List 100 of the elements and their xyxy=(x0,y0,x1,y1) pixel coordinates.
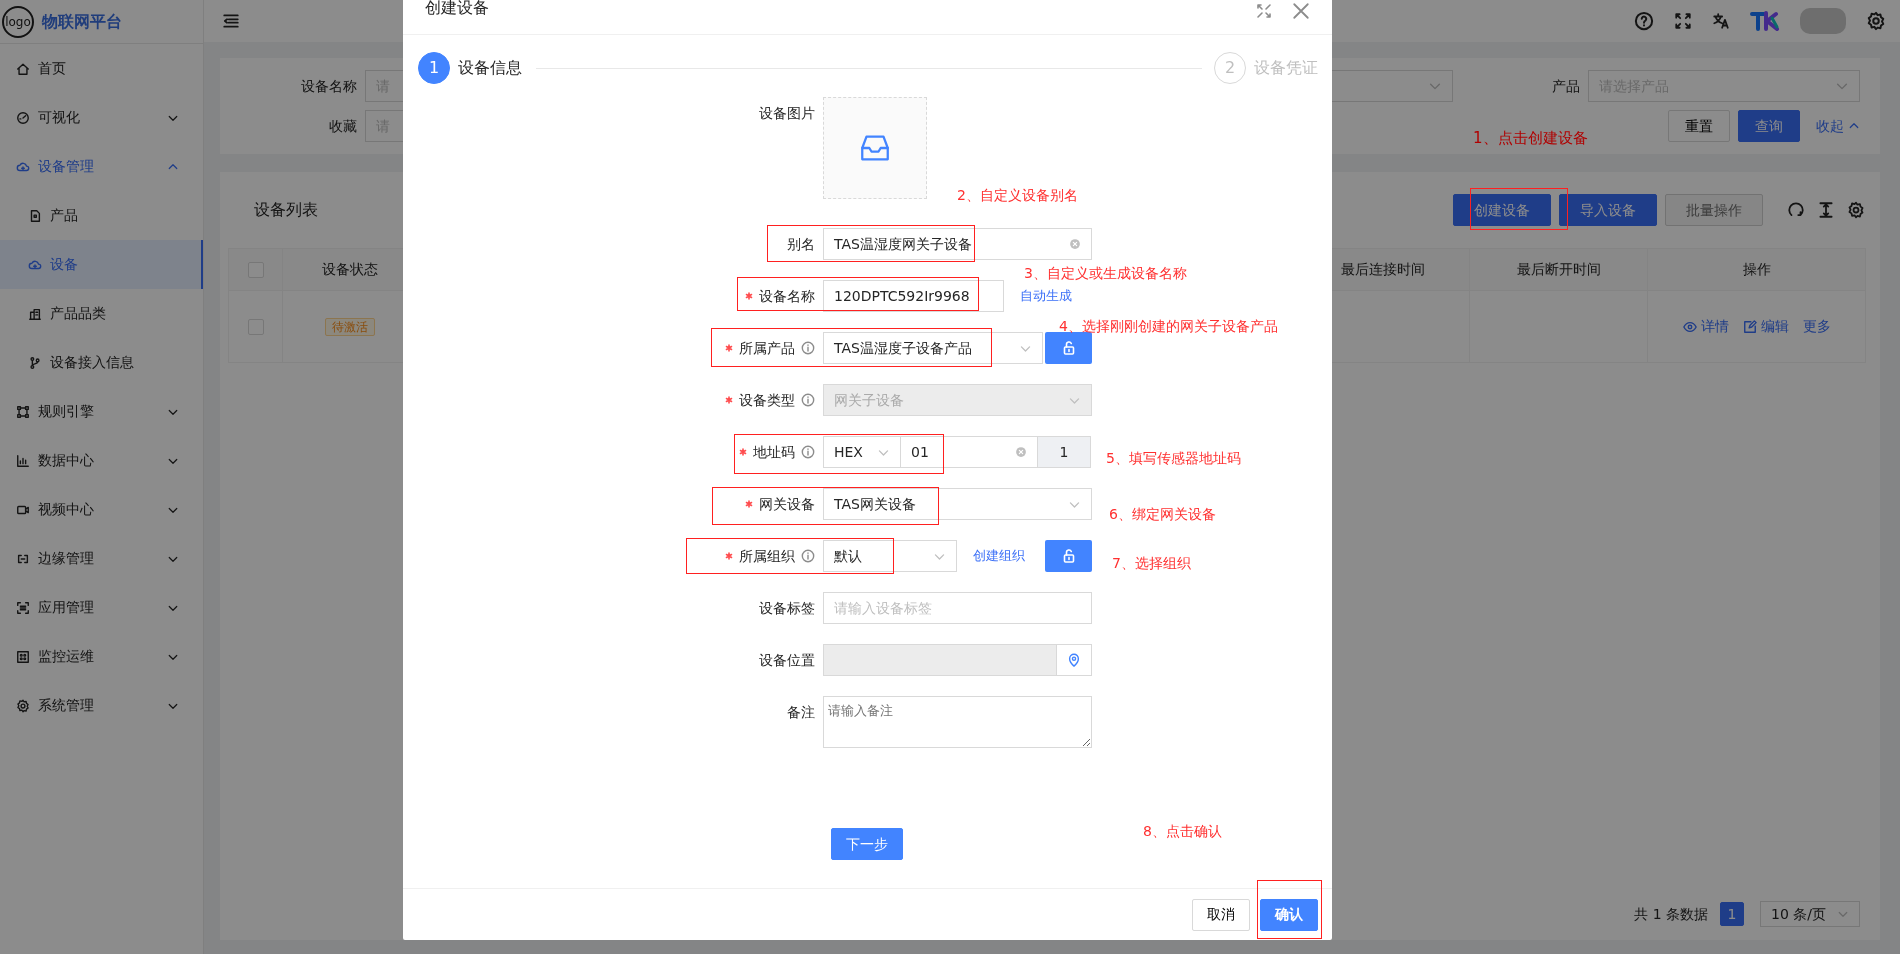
refresh-icon[interactable] xyxy=(1787,201,1805,219)
menu-item[interactable]: 首页 xyxy=(0,44,203,93)
annotation-text: 1、点击创建设备 xyxy=(1473,128,1588,148)
generate-link[interactable]: 自动生成 xyxy=(1020,286,1072,306)
field-label: 地址码 xyxy=(753,442,795,462)
field-label: 设备图片 xyxy=(759,103,815,123)
gauge-icon xyxy=(16,110,30,125)
settings-icon[interactable] xyxy=(1847,201,1865,219)
branch-icon xyxy=(28,355,42,370)
toolbar-button[interactable]: 导入设备 xyxy=(1559,194,1657,226)
text-input[interactable]: 120DPTC592Ir9968 xyxy=(823,280,1004,312)
annotation-text: 5、填写传感器地址码 xyxy=(1106,449,1241,468)
annotation-text: 8、点击确认 xyxy=(1143,822,1222,841)
settings-icon xyxy=(16,698,30,713)
filter-label: 产品 xyxy=(1550,76,1581,96)
image-upload[interactable] xyxy=(823,97,927,199)
logo-icon[interactable] xyxy=(1750,11,1780,31)
field-label: 设备标签 xyxy=(759,598,815,618)
field-label: 别名 xyxy=(787,234,815,254)
action-link[interactable]: 详情 xyxy=(1682,316,1729,337)
text-input[interactable]: 01 xyxy=(900,436,1038,468)
grid-icon xyxy=(16,649,30,664)
clear-icon[interactable] xyxy=(1069,238,1081,250)
translate-icon[interactable] xyxy=(1712,12,1730,30)
column-header: 操作 xyxy=(1742,261,1771,277)
fullscreen-icon[interactable] xyxy=(1674,12,1692,30)
map-pin-icon xyxy=(1067,653,1081,667)
lock-button[interactable] xyxy=(1045,332,1092,364)
annotation-text: 4、选择刚刚创建的网关子设备产品 xyxy=(1059,317,1278,336)
text-input[interactable]: TAS温湿度网关子设备 xyxy=(823,228,1092,260)
location-button[interactable] xyxy=(1056,644,1092,676)
select-field[interactable]: TAS温湿度子设备产品 xyxy=(823,332,1043,364)
total-count: 共 1 条数据 xyxy=(1634,904,1708,924)
collapse-link[interactable]: 收起 xyxy=(1816,115,1860,137)
eye-icon xyxy=(1682,319,1697,334)
building-icon xyxy=(28,306,42,321)
cancel-button[interactable]: 取消 xyxy=(1192,898,1250,931)
step-number[interactable]: 1 xyxy=(418,52,450,84)
menu-item[interactable]: 视频中心 xyxy=(0,485,203,534)
confirm-button[interactable]: 确认 xyxy=(1260,898,1318,931)
field-label: 设备位置 xyxy=(759,650,815,670)
menu-item[interactable]: 设备管理 xyxy=(0,142,203,191)
annotation-text: 2、自定义设备别名 xyxy=(957,186,1078,205)
app-title: 物联网平台 xyxy=(42,10,122,33)
action-link[interactable]: 编辑 xyxy=(1742,316,1789,337)
edit-icon xyxy=(1742,319,1757,334)
next-button[interactable]: 下一步 xyxy=(831,828,903,860)
annotation-text: 7、选择组织 xyxy=(1112,554,1191,573)
column-header: 设备状态 xyxy=(322,261,378,277)
create-link[interactable]: 创建组织 xyxy=(973,546,1025,566)
bar-chart-icon xyxy=(16,453,30,468)
home-icon xyxy=(16,61,30,76)
filter-label: 设备名称 xyxy=(300,76,358,96)
submenu-item[interactable]: 设备接入信息 xyxy=(0,338,203,387)
annotation-text: 6、绑定网关设备 xyxy=(1109,505,1216,524)
menu-item[interactable]: 应用管理 xyxy=(0,583,203,632)
menu-item[interactable]: 监控运维 xyxy=(0,632,203,681)
clear-icon[interactable] xyxy=(1015,446,1027,458)
field-label: 网关设备 xyxy=(759,494,815,514)
reset-button[interactable]: 重置 xyxy=(1668,110,1730,142)
field-label: 所属组织 xyxy=(739,546,795,566)
page-number[interactable]: 1 xyxy=(1720,902,1744,926)
highlight-frame xyxy=(1257,880,1322,939)
panel-title: 设备列表 xyxy=(254,199,318,221)
filter-label: 收藏 xyxy=(328,116,358,136)
menu-item[interactable]: 边缘管理 xyxy=(0,534,203,583)
menu-item[interactable]: 数据中心 xyxy=(0,436,203,485)
format-select[interactable]: HEX xyxy=(823,436,901,468)
annotation-text: 3、自定义或生成设备名称 xyxy=(1024,264,1187,283)
submenu-item[interactable]: 产品 xyxy=(0,191,203,240)
column-header: 最后连接时间 xyxy=(1340,261,1425,277)
select-field[interactable]: 默认 xyxy=(823,540,957,572)
menu-icon[interactable] xyxy=(222,12,240,30)
remark-field[interactable]: 请输入备注 xyxy=(823,696,1092,748)
action-link[interactable]: 更多 xyxy=(1802,316,1831,337)
suffix-addon: 1 xyxy=(1037,436,1091,468)
field-label: 设备类型 xyxy=(739,390,795,410)
submenu-item[interactable]: 产品品类 xyxy=(0,289,203,338)
dialog-title: 创建设备 xyxy=(425,0,489,19)
menu-item[interactable]: 系统管理 xyxy=(0,681,203,730)
column-header: 最后断开时间 xyxy=(1516,261,1601,277)
document-icon xyxy=(28,208,42,223)
search-button[interactable]: 查询 xyxy=(1738,110,1800,142)
field-label: 备注 xyxy=(787,702,815,722)
menu-item[interactable]: 规则引擎 xyxy=(0,387,203,436)
expand-icon[interactable] xyxy=(1256,3,1272,19)
select-field[interactable]: TAS网关设备 xyxy=(823,488,1092,520)
close-icon[interactable] xyxy=(1292,2,1310,20)
scan-icon xyxy=(16,600,30,615)
page-size-select[interactable]: 10 条/页 xyxy=(1760,901,1860,927)
status-tag: 待激活 xyxy=(325,318,375,336)
toolbar-button[interactable]: 创建设备 xyxy=(1453,194,1551,226)
settings-icon[interactable] xyxy=(1866,11,1886,31)
field-label: 所属产品 xyxy=(739,338,795,358)
step-label[interactable]: 设备信息 xyxy=(458,56,522,80)
column-height-icon[interactable] xyxy=(1817,201,1835,219)
nodes-icon xyxy=(16,404,30,419)
lock-button[interactable] xyxy=(1045,540,1092,572)
help-icon[interactable] xyxy=(1634,11,1654,31)
menu-item[interactable]: 可视化 xyxy=(0,93,203,142)
